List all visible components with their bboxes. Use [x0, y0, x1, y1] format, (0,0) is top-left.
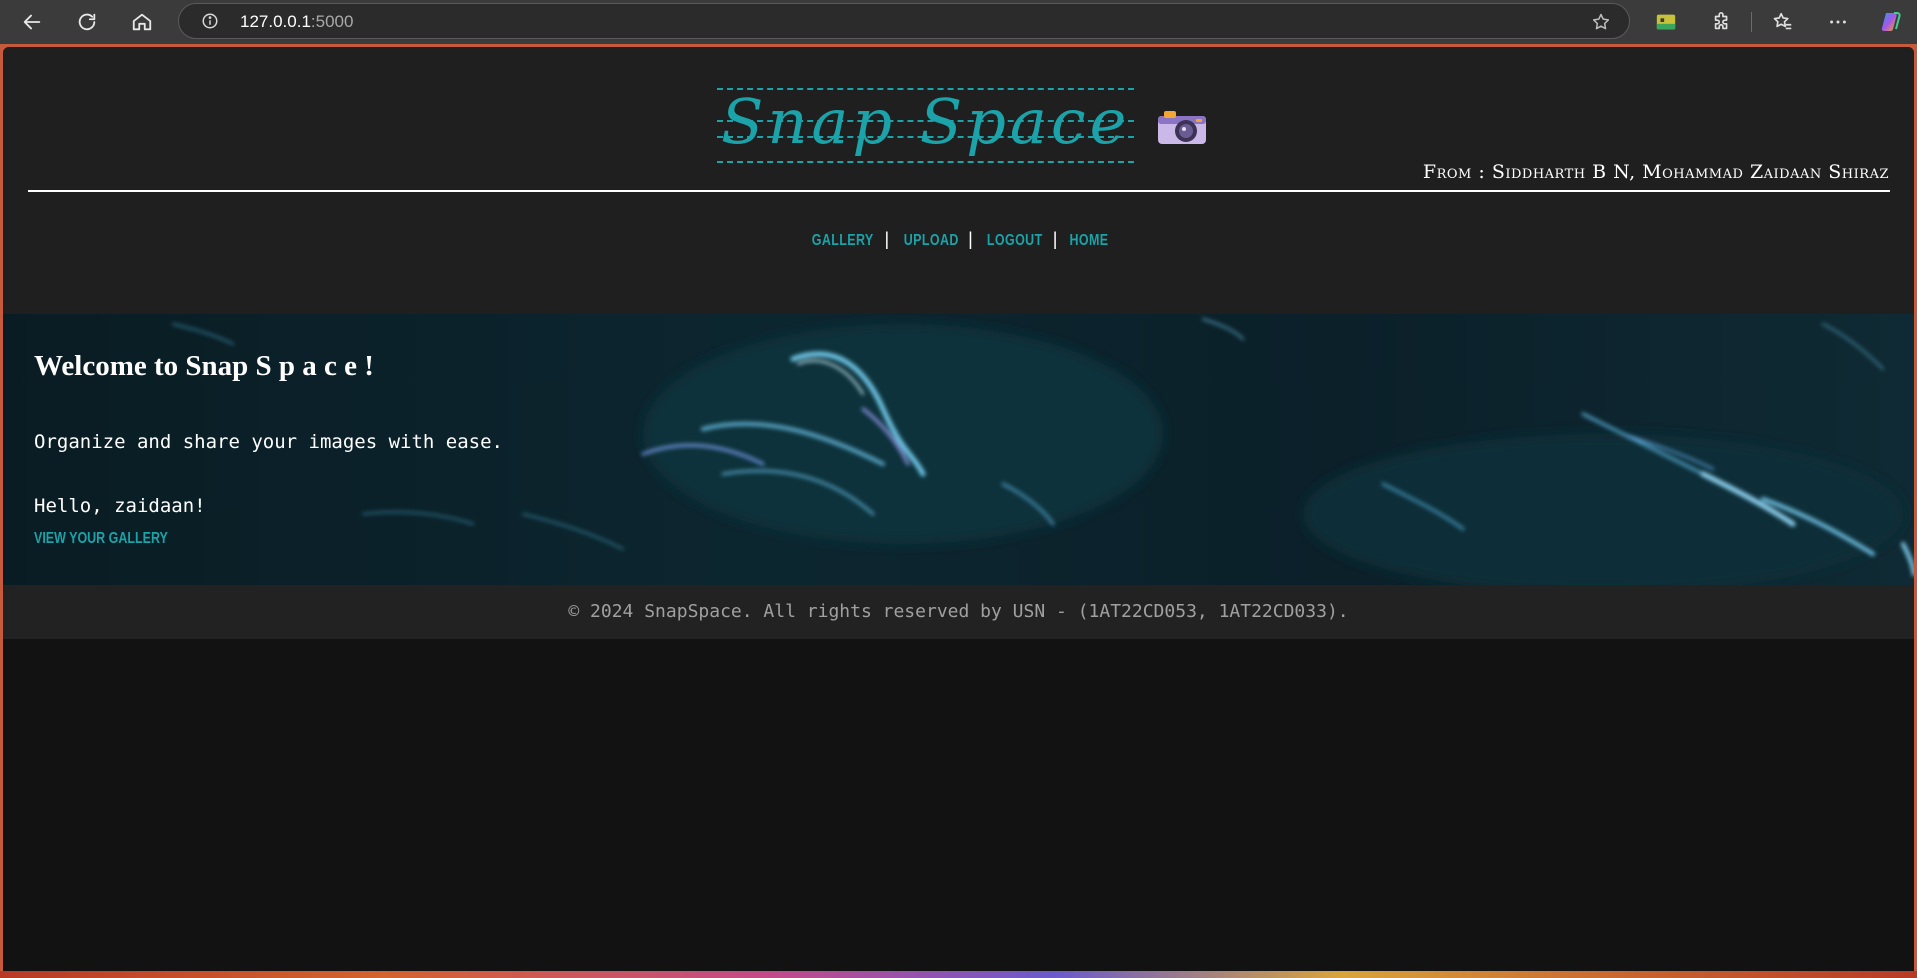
- info-icon[interactable]: [201, 12, 219, 30]
- nav-logout-link[interactable]: Logout: [987, 232, 1043, 250]
- header-divider: [28, 190, 1890, 192]
- taskbar-strip: [0, 971, 1917, 978]
- nav-gallery-link[interactable]: Gallery: [812, 232, 874, 250]
- url-host: 127.0.0.1: [240, 12, 311, 31]
- address-bar[interactable]: 127.0.0.1:5000: [178, 3, 1630, 39]
- hero-banner: Welcome to Snap S p a c e ! Organize and…: [3, 314, 1914, 585]
- url-text[interactable]: 127.0.0.1:5000: [240, 12, 353, 32]
- hero-subtitle: Organize and share your images with ease…: [34, 431, 503, 453]
- camera-icon: [1158, 111, 1207, 144]
- reload-icon[interactable]: [69, 4, 105, 40]
- nav-home-link[interactable]: Home: [1069, 232, 1108, 250]
- logo[interactable]: Snap Space: [717, 77, 1208, 167]
- star-icon[interactable]: [1591, 12, 1611, 32]
- site-header: Snap Space From : Siddharth B N, Mohamma…: [3, 47, 1914, 314]
- puzzle-icon[interactable]: [1710, 10, 1734, 34]
- copilot-icon[interactable]: [1879, 10, 1903, 34]
- user-greeting: Hello, zaidaan!: [34, 495, 206, 517]
- home-icon[interactable]: [124, 4, 160, 40]
- logo-text: Snap Space: [717, 82, 1135, 163]
- back-icon[interactable]: [14, 4, 50, 40]
- nav-separator: |: [1052, 229, 1058, 249]
- main-nav: Gallery | Upload | Logout | Home: [3, 229, 1914, 250]
- nav-separator: |: [968, 229, 973, 249]
- authors-credit: From : Siddharth B N, Mohammad Zaidaan S…: [1422, 161, 1889, 183]
- nav-separator: |: [884, 229, 890, 249]
- page-empty-area: [3, 639, 1914, 971]
- extension-shopping-icon[interactable]: [1654, 10, 1678, 34]
- toolbar-separator: [1751, 12, 1752, 32]
- hero-title: Welcome to Snap S p a c e !: [34, 350, 374, 382]
- site-footer: © 2024 SnapSpace. All rights reserved by…: [3, 585, 1914, 639]
- logo-label: Snap Space: [721, 85, 1131, 158]
- more-icon[interactable]: [1826, 10, 1850, 34]
- view-gallery-link[interactable]: View Your Gallery: [34, 530, 168, 548]
- browser-toolbar: 127.0.0.1:5000: [0, 0, 1917, 44]
- nav-upload-link[interactable]: Upload: [903, 232, 958, 250]
- favorites-icon[interactable]: [1771, 10, 1795, 34]
- page-viewport: Snap Space From : Siddharth B N, Mohamma…: [3, 47, 1914, 971]
- url-port: :5000: [310, 12, 354, 31]
